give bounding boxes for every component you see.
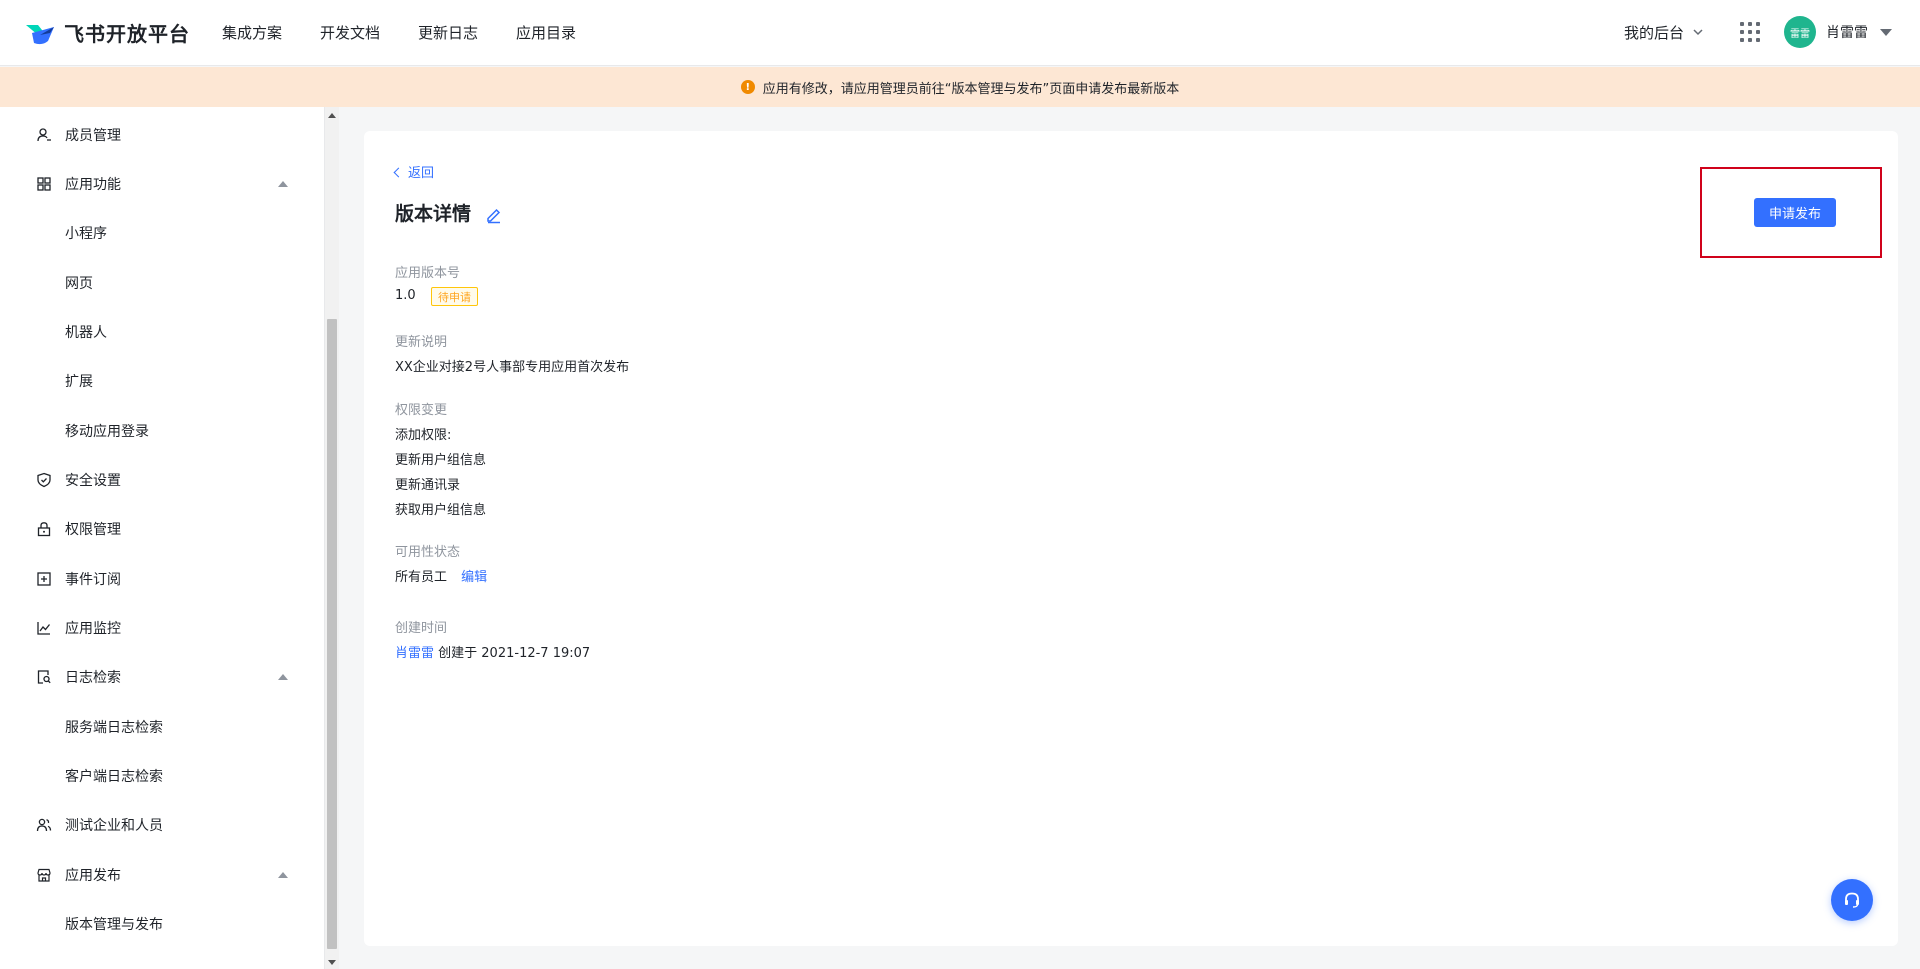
sidebar: 成员管理 应用功能 小程序 网页 机器人 扩展 移动应用登录 安全设置 权限管理… (0, 107, 325, 969)
back-label: 返回 (408, 166, 435, 181)
sidebar-item-label: 应用监控 (65, 621, 121, 637)
warning-icon: ! (740, 80, 755, 94)
app-grid-icon[interactable] (1740, 22, 1760, 42)
permission-item: 更新通讯录 (395, 478, 461, 493)
sidebar-item-label: 网页 (65, 276, 93, 292)
sidebar-item-label: 移动应用登录 (65, 424, 149, 440)
version-label: 应用版本号 (395, 266, 461, 281)
grid-icon (37, 177, 51, 191)
sidebar-item-label: 客户端日志检索 (65, 769, 163, 785)
sidebar-item-permissions[interactable]: 权限管理 (0, 509, 310, 549)
sidebar-item-label: 测试企业和人员 (65, 818, 163, 834)
sidebar-item-label: 安全设置 (65, 473, 121, 489)
sidebar-item-extension[interactable]: 扩展 (0, 361, 310, 401)
sidebar-item-security[interactable]: 安全设置 (0, 460, 310, 500)
caret-down-icon[interactable] (1880, 28, 1892, 36)
chart-icon (37, 622, 51, 635)
nav-link-changelog[interactable]: 更新日志 (418, 22, 478, 43)
sidebar-item-test-tenants[interactable]: 测试企业和人员 (0, 805, 310, 845)
store-icon (37, 868, 51, 882)
top-nav: 飞书开放平台 集成方案 开发文档 更新日志 应用目录 我的后台 雷雷 肖雷雷 (0, 0, 1920, 66)
sidebar-item-bot[interactable]: 机器人 (0, 312, 310, 352)
customer-service-button[interactable] (1831, 879, 1873, 921)
sidebar-item-label: 事件订阅 (65, 572, 121, 588)
edit-icon[interactable] (485, 206, 503, 224)
caret-up-icon[interactable] (278, 674, 288, 680)
users-icon (36, 818, 52, 832)
sidebar-item-version-management[interactable]: 版本管理与发布 (0, 904, 310, 944)
permission-changes-label: 权限变更 (395, 403, 448, 418)
sidebar-item-client-log-search[interactable]: 客户端日志检索 (0, 756, 310, 796)
created-text: 创建于 2021-12-7 19:07 (438, 646, 591, 661)
sidebar-item-app-release[interactable]: 应用发布 (0, 855, 310, 895)
username[interactable]: 肖雷雷 (1826, 22, 1868, 42)
sidebar-item-label: 权限管理 (65, 522, 121, 538)
version-value: 1.0 (395, 288, 416, 303)
sidebar-item-log-search[interactable]: 日志检索 (0, 657, 310, 697)
lock-icon (37, 522, 51, 537)
scroll-down-arrow-icon[interactable] (328, 960, 336, 965)
sidebar-item-members[interactable]: 成员管理 (0, 115, 310, 155)
availability-value: 所有员工 (395, 570, 448, 585)
caret-up-icon[interactable] (278, 872, 288, 878)
shield-icon (37, 472, 51, 488)
sidebar-item-label: 应用功能 (65, 177, 121, 193)
my-console-dropdown[interactable]: 我的后台 (1624, 22, 1704, 43)
created-row: 肖雷雷 创建于 2021-12-7 19:07 (395, 642, 590, 661)
update-notes-label: 更新说明 (395, 335, 448, 350)
console-label: 我的后台 (1623, 23, 1684, 42)
brand-logo[interactable]: 飞书开放平台 (24, 18, 190, 47)
feishu-logo-icon (26, 24, 54, 44)
sidebar-item-label: 服务端日志检索 (65, 720, 163, 736)
top-right-actions: 我的后台 雷雷 肖雷雷 (1624, 16, 1892, 48)
banner-text: 应用有修改，请应用管理员前往“版本管理与发布”页面申请发布最新版本 (762, 81, 1180, 97)
sidebar-item-event-subscription[interactable]: 事件订阅 (0, 559, 310, 599)
creator-link[interactable]: 肖雷雷 (395, 646, 434, 661)
sidebar-item-label: 小程序 (65, 226, 107, 242)
permission-add-label: 添加权限: (395, 428, 452, 443)
sidebar-item-server-log-search[interactable]: 服务端日志检索 (0, 707, 310, 747)
plus-square-icon (37, 572, 51, 586)
user-icon (37, 128, 51, 142)
created-time-label: 创建时间 (395, 621, 448, 636)
scroll-up-arrow-icon[interactable] (328, 113, 336, 118)
apply-publish-button[interactable]: 申请发布 (1754, 198, 1836, 227)
sidebar-item-mobile-login[interactable]: 移动应用登录 (0, 411, 310, 451)
sidebar-item-label: 成员管理 (65, 128, 121, 144)
notice-banner: ! 应用有修改，请应用管理员前往“版本管理与发布”页面申请发布最新版本 (0, 67, 1920, 107)
update-notes-value: XX企业对接2号人事部专用应用首次发布 (395, 360, 630, 375)
availability-row: 所有员工 编辑 (395, 566, 487, 585)
back-link[interactable]: 返回 (393, 162, 435, 181)
sidebar-item-label: 版本管理与发布 (65, 917, 163, 933)
sidebar-scrollbar[interactable] (325, 107, 339, 969)
page-title: 版本详情 (395, 203, 472, 225)
nav-link-app-directory[interactable]: 应用目录 (516, 22, 576, 43)
permission-item: 更新用户组信息 (395, 453, 487, 468)
sidebar-item-label: 日志检索 (65, 670, 121, 686)
caret-up-icon[interactable] (278, 181, 288, 187)
sidebar-item-mini-program[interactable]: 小程序 (0, 213, 310, 253)
chevron-left-icon (393, 167, 404, 177)
avatar[interactable]: 雷雷 (1784, 16, 1816, 48)
sidebar-item-app-monitoring[interactable]: 应用监控 (0, 608, 310, 648)
version-detail-card: 返回 版本详情 应用版本号 1.0 待申请 更新说明 XX企业对接2号人事部专用… (364, 131, 1898, 946)
sidebar-item-label: 机器人 (65, 325, 107, 341)
availability-edit-link[interactable]: 编辑 (461, 570, 487, 585)
chevron-down-icon (1693, 29, 1703, 36)
availability-label: 可用性状态 (395, 545, 461, 560)
status-badge: 待申请 (431, 287, 478, 306)
sidebar-item-label: 扩展 (65, 374, 93, 390)
log-search-icon (37, 670, 51, 684)
permission-item: 获取用户组信息 (395, 503, 487, 518)
brand-name: 飞书开放平台 (64, 22, 190, 46)
sidebar-item-app-features[interactable]: 应用功能 (0, 164, 310, 204)
headset-icon (1845, 892, 1859, 908)
nav-link-solutions[interactable]: 集成方案 (222, 22, 282, 43)
sidebar-item-label: 应用发布 (65, 868, 121, 884)
nav-link-docs[interactable]: 开发文档 (320, 22, 380, 43)
sidebar-item-web-page[interactable]: 网页 (0, 263, 310, 303)
scroll-thumb[interactable] (327, 319, 337, 949)
main-nav: 集成方案 开发文档 更新日志 应用目录 (222, 22, 614, 43)
